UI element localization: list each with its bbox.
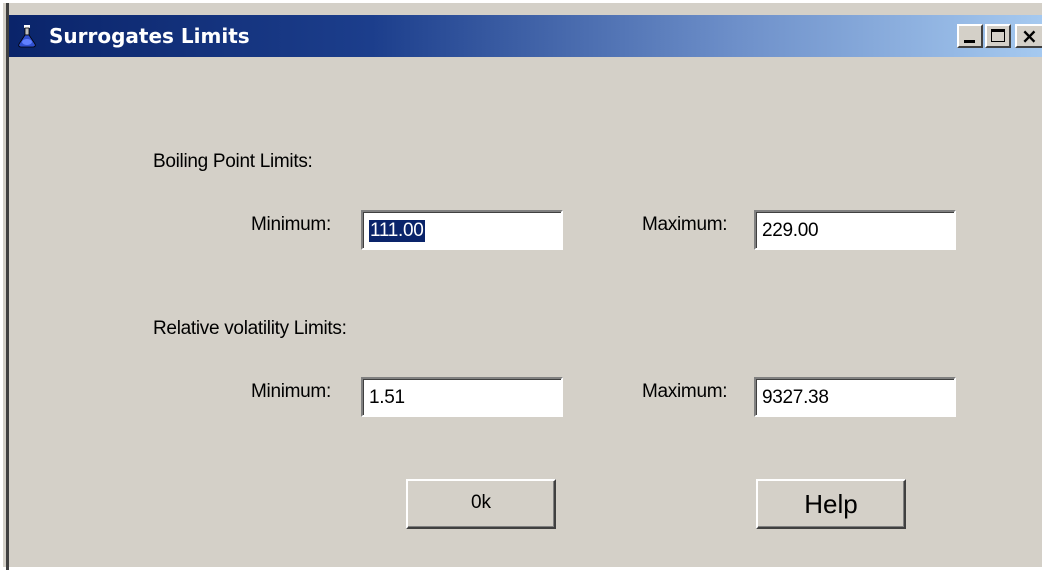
window-title: Surrogates Limits: [49, 24, 250, 48]
boiling-min-field[interactable]: 111.00: [361, 210, 563, 250]
volatility-max-label: Maximum:: [642, 381, 728, 402]
maximize-button[interactable]: [985, 24, 1011, 48]
window-border: [6, 3, 9, 570]
close-icon: ×: [1021, 24, 1038, 48]
boiling-min-value: 111.00: [369, 220, 425, 242]
volatility-min-field[interactable]: 1.51: [361, 377, 563, 417]
maximize-icon: [991, 29, 1005, 42]
help-button[interactable]: Help: [756, 479, 906, 529]
boiling-min-label: Minimum:: [251, 214, 331, 235]
ok-button[interactable]: 0k: [406, 479, 556, 529]
flask-icon: [18, 25, 36, 48]
minimize-icon: [964, 40, 975, 43]
minimize-button[interactable]: [957, 24, 983, 48]
title-bar[interactable]: Surrogates Limits ×: [9, 15, 1042, 57]
volatility-max-field[interactable]: 9327.38: [754, 377, 956, 417]
close-button[interactable]: ×: [1015, 24, 1042, 48]
volatility-min-label: Minimum:: [251, 381, 331, 402]
boiling-max-value: 229.00: [762, 220, 819, 241]
surrogates-limits-dialog: Surrogates Limits × Boiling Point Limits…: [0, 0, 1042, 570]
volatility-max-value: 9327.38: [762, 387, 829, 408]
volatility-min-value: 1.51: [369, 387, 405, 408]
boiling-max-field[interactable]: 229.00: [754, 210, 956, 250]
relative-volatility-heading: Relative volatility Limits:: [153, 318, 347, 339]
boiling-point-heading: Boiling Point Limits:: [153, 151, 313, 172]
boiling-max-label: Maximum:: [642, 214, 728, 235]
